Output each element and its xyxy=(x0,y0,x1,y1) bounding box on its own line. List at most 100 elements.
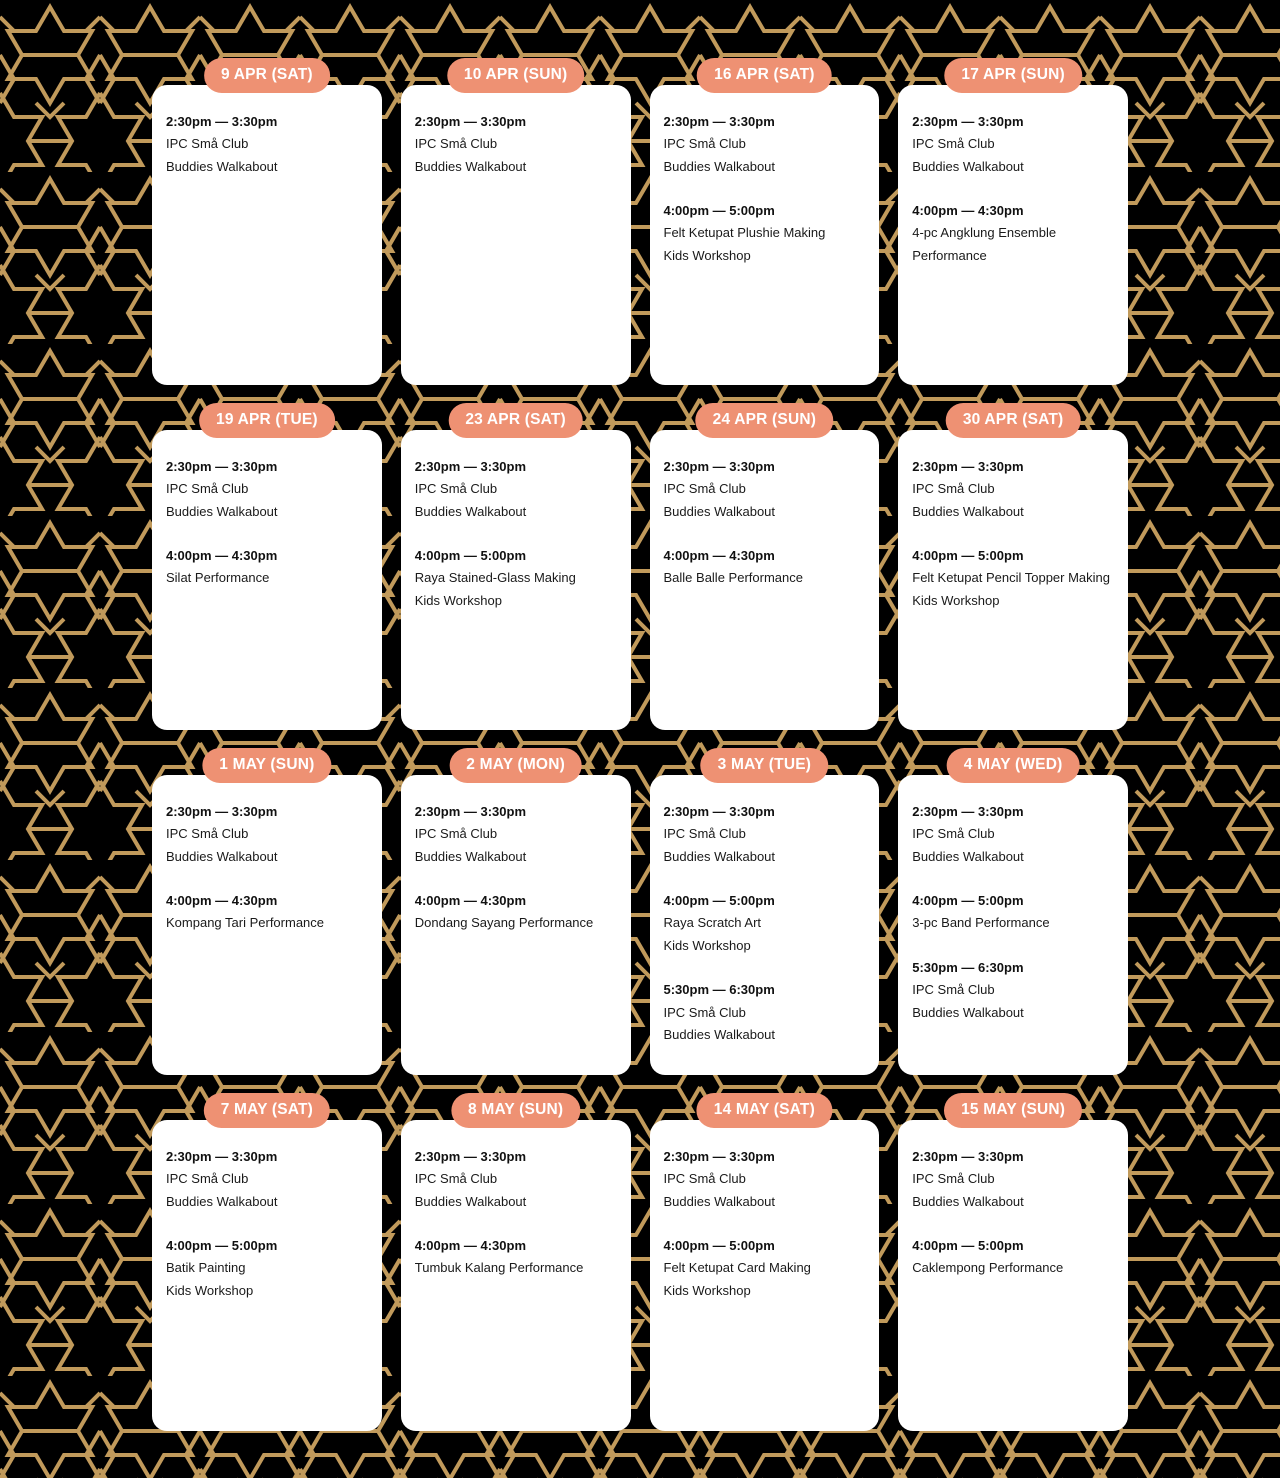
event-line: Buddies Walkabout xyxy=(414,503,527,519)
card-body: 2:30pm — 3:30pm IPC Små Club Buddies Wal… xyxy=(664,801,866,1046)
card-body: 2:30pm — 3:30pm IPC Små Club Buddies Wal… xyxy=(415,456,617,612)
card-body: 2:30pm — 3:30pm IPC Små Club Buddies Wal… xyxy=(166,801,368,935)
time-block: 2:30pm — 3:30pm IPC Små Club Buddies Wal… xyxy=(664,456,866,523)
date-badge: 9 APR (SAT) xyxy=(203,58,330,93)
event-line: IPC Små Club xyxy=(414,136,498,152)
time-block: 4:00pm — 5:00pm Raya Stained-Glass Makin… xyxy=(415,545,617,612)
event-line: IPC Små Club xyxy=(912,826,995,842)
time-range: 5:30pm — 6:30pm xyxy=(663,982,775,998)
day-card[interactable]: 3 MAY (TUE) 2:30pm — 3:30pm IPC Små Club… xyxy=(649,748,880,1075)
time-block: 2:30pm — 3:30pm IPC Små Club Buddies Wal… xyxy=(166,1146,368,1213)
time-range: 2:30pm — 3:30pm xyxy=(166,459,278,474)
event-line: Balle Balle Performance xyxy=(663,570,803,586)
event-line: Buddies Walkabout xyxy=(414,848,527,864)
event-line: Kids Workshop xyxy=(912,592,1000,608)
time-range: 4:00pm — 5:00pm xyxy=(912,893,1024,909)
date-badge: 14 MAY (SAT) xyxy=(696,1093,832,1128)
card-body: 2:30pm — 3:30pm IPC Små Club Buddies Wal… xyxy=(912,111,1114,267)
event-line: Kids Workshop xyxy=(166,1282,254,1298)
event-line: Tumbuk Kalang Performance xyxy=(414,1260,584,1276)
time-range: 4:00pm — 4:30pm xyxy=(663,548,775,564)
date-badge: 1 MAY (SUN) xyxy=(202,748,332,783)
event-line: IPC Små Club xyxy=(663,1004,746,1020)
date-badge: 7 MAY (SAT) xyxy=(203,1093,331,1128)
time-range: 4:00pm — 5:00pm xyxy=(166,1238,278,1254)
card-body: 2:30pm — 3:30pm IPC Små Club Buddies Wal… xyxy=(664,456,866,590)
time-range: 2:30pm — 3:30pm xyxy=(912,1149,1024,1164)
time-range: 2:30pm — 3:30pm xyxy=(663,804,775,819)
date-badge: 3 MAY (TUE) xyxy=(700,748,829,783)
time-range: 2:30pm — 3:30pm xyxy=(663,1149,775,1164)
event-line: Raya Stained-Glass Making xyxy=(414,570,576,586)
time-range: 4:00pm — 4:30pm xyxy=(414,893,527,909)
card-body: 2:30pm — 3:30pm IPC Små Club Buddies Wal… xyxy=(912,1146,1114,1280)
time-block: 4:00pm — 4:30pm Tumbuk Kalang Performanc… xyxy=(415,1235,617,1280)
event-line: IPC Små Club xyxy=(912,481,995,497)
time-range: 4:00pm — 5:00pm xyxy=(912,1238,1024,1254)
time-range: 2:30pm — 3:30pm xyxy=(166,804,278,819)
event-line: IPC Små Club xyxy=(166,1171,249,1187)
time-block: 4:00pm — 4:30pm Silat Performance xyxy=(166,545,368,590)
event-line: Buddies Walkabout xyxy=(663,1193,776,1209)
time-range: 2:30pm — 3:30pm xyxy=(663,459,775,474)
event-line: IPC Små Club xyxy=(414,1171,498,1187)
event-line: Buddies Walkabout xyxy=(912,158,1024,174)
day-card[interactable]: 1 MAY (SUN) 2:30pm — 3:30pm IPC Små Club… xyxy=(152,748,382,1075)
day-card[interactable]: 4 MAY (WED) 2:30pm — 3:30pm IPC Små Club… xyxy=(898,748,1128,1075)
day-card[interactable]: 16 APR (SAT) 2:30pm — 3:30pm IPC Små Clu… xyxy=(649,58,880,385)
day-card[interactable]: 7 MAY (SAT) 2:30pm — 3:30pm IPC Små Club… xyxy=(152,1093,382,1431)
day-card[interactable]: 30 APR (SAT) 2:30pm — 3:30pm IPC Små Clu… xyxy=(898,403,1128,730)
time-block: 5:30pm — 6:30pm IPC Små Club Buddies Wal… xyxy=(912,957,1114,1024)
time-range: 4:00pm — 5:00pm xyxy=(663,203,775,219)
time-range: 4:00pm — 5:00pm xyxy=(663,893,775,909)
time-range: 2:30pm — 3:30pm xyxy=(663,114,775,129)
date-badge: 15 MAY (SUN) xyxy=(944,1093,1083,1128)
time-range: 4:00pm — 5:00pm xyxy=(912,548,1024,564)
event-line: Performance xyxy=(912,247,987,263)
event-line: IPC Små Club xyxy=(166,481,249,497)
day-card[interactable]: 17 APR (SUN) 2:30pm — 3:30pm IPC Små Clu… xyxy=(898,58,1128,385)
date-badge: 17 APR (SUN) xyxy=(944,58,1082,93)
time-block: 2:30pm — 3:30pm IPC Små Club Buddies Wal… xyxy=(664,1146,866,1213)
event-line: Felt Ketupat Plushie Making xyxy=(663,225,826,241)
event-line: IPC Små Club xyxy=(166,826,249,842)
event-line: Kompang Tari Performance xyxy=(166,915,325,931)
day-card[interactable]: 9 APR (SAT) 2:30pm — 3:30pm IPC Små Club… xyxy=(152,58,382,385)
event-line: Buddies Walkabout xyxy=(912,1004,1024,1020)
day-card[interactable]: 24 APR (SUN) 2:30pm — 3:30pm IPC Små Clu… xyxy=(649,403,880,730)
event-line: Buddies Walkabout xyxy=(663,848,776,864)
time-range: 4:00pm — 4:30pm xyxy=(912,203,1024,219)
time-range: 4:00pm — 5:00pm xyxy=(414,548,527,564)
event-line: Buddies Walkabout xyxy=(414,1193,527,1209)
day-card[interactable]: 10 APR (SUN) 2:30pm — 3:30pm IPC Små Clu… xyxy=(400,58,631,385)
day-card[interactable]: 14 MAY (SAT) 2:30pm — 3:30pm IPC Små Clu… xyxy=(649,1093,880,1431)
time-block: 4:00pm — 5:00pm Raya Scratch Art Kids Wo… xyxy=(664,890,866,957)
time-block: 2:30pm — 3:30pm IPC Små Club Buddies Wal… xyxy=(415,1146,617,1213)
event-line: Raya Scratch Art xyxy=(663,915,762,931)
event-line: Buddies Walkabout xyxy=(166,503,278,519)
date-badge: 23 APR (SAT) xyxy=(448,403,583,438)
card-body: 2:30pm — 3:30pm IPC Små Club Buddies Wal… xyxy=(912,801,1114,1024)
event-line: IPC Små Club xyxy=(166,136,249,152)
time-range: 2:30pm — 3:30pm xyxy=(166,114,278,129)
event-line: IPC Små Club xyxy=(912,1171,995,1187)
time-block: 2:30pm — 3:30pm IPC Små Club Buddies Wal… xyxy=(912,456,1114,523)
event-line: Buddies Walkabout xyxy=(663,1026,776,1042)
day-card[interactable]: 8 MAY (SUN) 2:30pm — 3:30pm IPC Små Club… xyxy=(400,1093,631,1431)
time-range: 2:30pm — 3:30pm xyxy=(912,459,1024,474)
time-range: 2:30pm — 3:30pm xyxy=(912,804,1024,819)
day-card[interactable]: 2 MAY (MON) 2:30pm — 3:30pm IPC Små Club… xyxy=(400,748,631,1075)
day-card[interactable]: 15 MAY (SUN) 2:30pm — 3:30pm IPC Små Clu… xyxy=(898,1093,1128,1431)
time-range: 2:30pm — 3:30pm xyxy=(912,114,1024,129)
event-line: Caklempong Performance xyxy=(912,1260,1064,1276)
time-range: 4:00pm — 4:30pm xyxy=(414,1238,527,1254)
time-block: 4:00pm — 5:00pm Caklempong Performance xyxy=(912,1235,1114,1280)
time-range: 2:30pm — 3:30pm xyxy=(414,459,527,474)
day-card[interactable]: 23 APR (SAT) 2:30pm — 3:30pm IPC Små Clu… xyxy=(400,403,631,730)
day-card[interactable]: 19 APR (TUE) 2:30pm — 3:30pm IPC Små Clu… xyxy=(152,403,382,730)
event-line: 4-pc Angklung Ensemble xyxy=(912,225,1057,241)
time-block: 5:30pm — 6:30pm IPC Små Club Buddies Wal… xyxy=(664,979,866,1046)
event-line: IPC Små Club xyxy=(663,481,746,497)
time-block: 4:00pm — 4:30pm Kompang Tari Performance xyxy=(166,890,368,935)
event-line: Buddies Walkabout xyxy=(912,503,1024,519)
